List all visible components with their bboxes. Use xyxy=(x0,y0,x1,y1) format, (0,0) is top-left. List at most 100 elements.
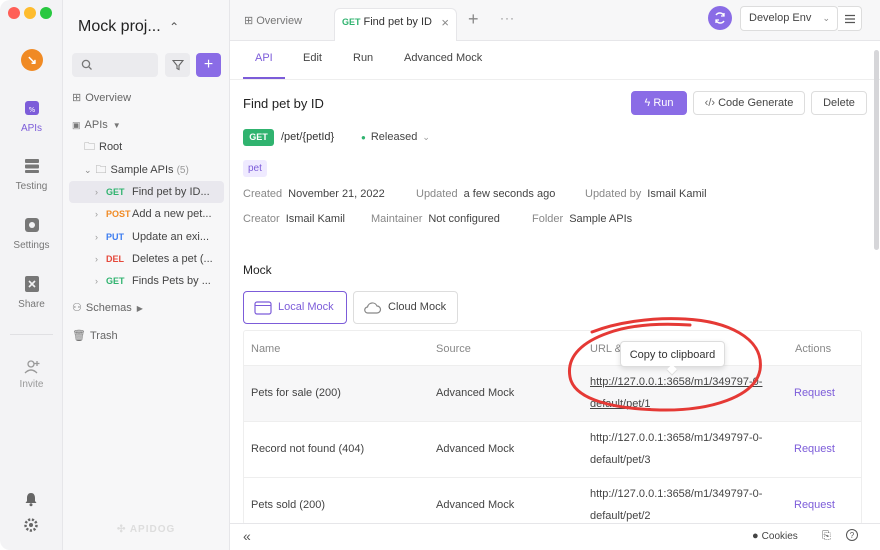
request-link[interactable]: Request xyxy=(794,387,835,399)
plus-icon: + xyxy=(203,56,214,73)
mock-url[interactable]: http://127.0.0.1:3658/m1/349797-0-defaul… xyxy=(590,427,766,471)
request-link[interactable]: Request xyxy=(794,443,835,455)
button-label: Code Generate xyxy=(718,97,794,109)
sidebar-item-apis[interactable]: ▣ APIs ▼ xyxy=(69,114,224,136)
code-generate-button[interactable]: ‹/› Code Generate xyxy=(693,91,805,115)
scrollbar[interactable] xyxy=(874,50,879,250)
sidebar-item-trash[interactable]: 🗑 Trash xyxy=(69,325,224,347)
chevron-right-icon: › xyxy=(95,187,98,197)
delete-button[interactable]: Delete xyxy=(811,91,867,115)
column-header-actions: Actions xyxy=(795,343,832,355)
window-minimize-button[interactable] xyxy=(24,7,36,19)
request-link[interactable]: Request xyxy=(794,499,835,511)
environment-menu-button[interactable] xyxy=(838,6,862,31)
filter-button[interactable] xyxy=(165,53,190,77)
environment-select[interactable]: Develop Env ⌄ xyxy=(740,6,838,31)
sidebar-item-schemas[interactable]: ⚇ Schemas ▶ xyxy=(69,297,224,319)
filter-icon xyxy=(172,59,184,71)
footer: « ● Cookies ⎘ ? xyxy=(230,523,880,550)
sidebar-item-label: Overview xyxy=(85,92,132,104)
window-close-button[interactable] xyxy=(8,7,20,19)
endpoint-name: Add a new pet... xyxy=(132,208,212,220)
apidog-watermark: ✣ APIDOG xyxy=(117,524,175,535)
collapse-sidebar-button[interactable]: « xyxy=(243,528,251,544)
subtab-run[interactable]: Run xyxy=(353,52,373,64)
rail-label: APIs xyxy=(20,123,43,134)
tree-root[interactable]: 🗀 Root xyxy=(69,136,224,158)
rail-item-share[interactable]: Share xyxy=(0,274,63,310)
mock-tab-label: Cloud Mock xyxy=(388,301,447,313)
svg-text:%: % xyxy=(28,106,35,114)
sidebar-item-label: APIs xyxy=(84,119,108,131)
code-icon: ‹/› xyxy=(704,97,716,109)
trash-icon: 🗑 xyxy=(72,330,86,342)
sidebar-item-label: Trash xyxy=(89,330,118,342)
rail-item-apis[interactable]: % APIs xyxy=(0,98,63,134)
chevron-right-icon: › xyxy=(95,254,98,264)
column-header-name: Name xyxy=(251,343,281,355)
cloud-mock-tab[interactable]: Cloud Mock xyxy=(353,291,458,324)
subtab-label: API xyxy=(255,52,273,64)
more-tabs-button[interactable]: ··· xyxy=(500,11,515,25)
close-icon[interactable]: × xyxy=(441,9,449,36)
tree-label: Root xyxy=(99,141,123,153)
endpoint-item[interactable]: › GET Find pet by ID... xyxy=(69,181,224,203)
rail-item-settings[interactable]: Settings xyxy=(0,215,63,251)
endpoint-name: Update an exi... xyxy=(132,231,210,243)
mock-source: Advanced Mock xyxy=(436,443,515,455)
new-tab-button[interactable]: + xyxy=(468,9,479,30)
rail-item-invite[interactable]: Invite xyxy=(0,357,63,390)
team-avatar[interactable]: ↘ xyxy=(21,49,43,71)
subtab-advanced-mock[interactable]: Advanced Mock xyxy=(404,52,482,64)
status-select[interactable]: ● Released ⌄ xyxy=(361,131,430,143)
invite-icon xyxy=(22,357,42,377)
endpoint-item[interactable]: › DEL Deletes a pet (... xyxy=(69,248,224,270)
tab-bar: ⊞ Overview GET Find pet by ID × + ··· Deve… xyxy=(230,0,880,41)
window-maximize-button[interactable] xyxy=(40,7,52,19)
mock-name: Record not found (404) xyxy=(251,443,365,455)
chevron-right-icon: › xyxy=(95,232,98,242)
tab-overview[interactable]: ⊞ Overview xyxy=(244,8,302,41)
tab-find-pet-by-id[interactable]: GET Find pet by ID × xyxy=(334,8,457,41)
mock-url[interactable]: http://127.0.0.1:3658/m1/349797-0-defaul… xyxy=(590,483,766,524)
tree-folder-sample-apis[interactable]: ⌄ 🗀 Sample APIs (5) xyxy=(69,159,224,181)
project-switcher[interactable]: Mock proj... ⌃ xyxy=(78,18,179,36)
local-mock-tab[interactable]: Local Mock xyxy=(243,291,347,324)
subtab-label: Run xyxy=(353,52,374,64)
share-icon xyxy=(22,274,42,294)
red-annotation-circle xyxy=(567,317,762,412)
cookies-button[interactable]: ● Cookies xyxy=(752,530,798,542)
sidebar-item-overview[interactable]: ⊞ Overview xyxy=(69,87,224,109)
run-button[interactable]: ϟ Run xyxy=(631,91,687,115)
search-icon xyxy=(81,59,92,70)
bell-icon[interactable] xyxy=(23,491,39,510)
endpoint-item[interactable]: › PUT Update an exi... xyxy=(69,226,224,248)
api-title: Find pet by ID xyxy=(243,96,324,111)
endpoint-item[interactable]: › GET Finds Pets by ... xyxy=(69,270,224,292)
rail-item-testing[interactable]: Testing xyxy=(0,156,63,192)
help-icon[interactable]: ? xyxy=(846,529,858,541)
gear-icon[interactable] xyxy=(23,517,39,536)
clipboard-icon[interactable]: ⎘ xyxy=(822,530,831,543)
apidog-logo-icon: ✣ xyxy=(117,524,127,535)
column-header-source: Source xyxy=(436,343,471,355)
add-button[interactable]: + xyxy=(196,53,221,77)
meta-value: Not configured xyxy=(428,213,500,225)
monitor-icon xyxy=(254,301,272,315)
sync-button[interactable] xyxy=(708,6,732,30)
mock-heading: Mock xyxy=(243,263,272,277)
chevron-right-icon: › xyxy=(95,276,98,286)
table-row: Pets sold (200) Advanced Mock http://127… xyxy=(244,477,861,524)
chevron-updown-icon: ⌃ xyxy=(169,20,180,34)
folder-icon: 🗀 xyxy=(84,141,95,153)
subtab-edit[interactable]: Edit xyxy=(303,52,322,64)
button-label: Run xyxy=(653,97,674,109)
tag-badge: pet xyxy=(243,160,267,177)
cloud-icon xyxy=(364,302,382,314)
rail-label: Invite xyxy=(19,379,44,390)
search-input[interactable] xyxy=(72,53,158,77)
method-badge: GET xyxy=(106,187,125,197)
subtab-api[interactable]: API xyxy=(255,52,273,64)
endpoint-item[interactable]: › POSTAdd a new pet... xyxy=(69,203,224,225)
rail-label: Share xyxy=(18,299,45,310)
